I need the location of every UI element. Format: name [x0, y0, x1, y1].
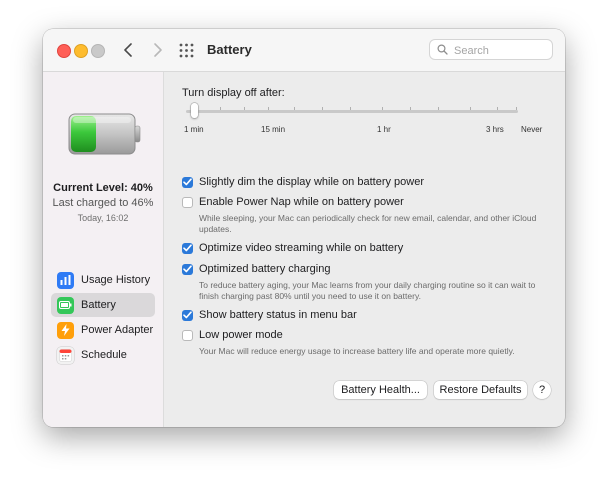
option-optimized-charging[interactable]: Optimized battery charging: [182, 263, 330, 275]
option-label: Enable Power Nap while on battery power: [199, 196, 404, 208]
close-button[interactable]: [57, 44, 71, 58]
search-input[interactable]: [452, 41, 552, 60]
back-chevron-icon[interactable]: [120, 40, 138, 60]
checkbox-checked[interactable]: [182, 176, 193, 188]
slider-tick-label: 1 min: [184, 125, 204, 134]
slider-tick-label: 15 min: [261, 125, 286, 134]
slider-tick: [410, 107, 411, 110]
option-low-power-mode[interactable]: Low power mode: [182, 329, 283, 341]
slider-tick: [322, 107, 323, 110]
slider-tick-label: 3 hrs: [486, 125, 504, 134]
sidebar: Current Level: 40% Last charged to 46% T…: [43, 72, 164, 427]
slider-tick: [244, 107, 245, 110]
display-off-slider-track[interactable]: [186, 110, 518, 113]
checkbox-checked[interactable]: [182, 309, 193, 321]
checkbox-checked[interactable]: [182, 263, 193, 275]
checkmark-icon: [183, 178, 192, 186]
checkmark-icon: [183, 244, 192, 252]
slider-tick-label: Never: [521, 125, 543, 134]
option-label: Low power mode: [199, 329, 283, 341]
slider-tick: [516, 107, 517, 110]
option-label: Show battery status in menu bar: [199, 309, 357, 321]
sidebar-item-label: Battery: [81, 299, 116, 311]
checkbox-checked[interactable]: [182, 242, 193, 254]
display-off-slider-thumb[interactable]: [191, 103, 198, 118]
sidebar-item-label: Power Adapter: [81, 324, 154, 336]
option-show-menu-bar-status[interactable]: Show battery status in menu bar: [182, 309, 357, 321]
battery-icon: [57, 296, 74, 314]
current-level-text: Current Level: 40%: [53, 182, 153, 194]
sidebar-item-battery[interactable]: Battery: [51, 293, 155, 317]
option-label: Slightly dim the display while on batter…: [199, 176, 425, 188]
slider-tick: [220, 107, 221, 110]
option-description: While sleeping, your Mac can periodicall…: [199, 213, 537, 234]
checkbox-unchecked[interactable]: [182, 196, 193, 208]
sidebar-item-schedule[interactable]: Schedule: [51, 343, 155, 367]
calendar-icon: [57, 346, 74, 364]
forward-chevron-icon[interactable]: [148, 40, 166, 60]
preferences-window: Battery Search Current Level: 40% Last c…: [43, 29, 565, 427]
sidebar-item-usage-history[interactable]: Usage History: [51, 268, 155, 292]
option-label: Optimize video streaming while on batter…: [199, 242, 404, 254]
slider-tick: [470, 107, 471, 110]
slider-tick: [438, 107, 439, 110]
bar-chart-icon: [57, 271, 74, 289]
battery-settings-pane: Turn display off after: 1 min 15 min 1 h…: [164, 72, 565, 427]
search-field[interactable]: [429, 39, 553, 60]
slider-tick: [268, 107, 269, 110]
search-icon: [437, 44, 448, 55]
sidebar-item-power-adapter[interactable]: Power Adapter: [51, 318, 155, 342]
sidebar-item-label: Schedule: [81, 349, 127, 361]
battery-level-icon: [68, 113, 141, 155]
battery-health-button[interactable]: Battery Health...: [334, 381, 427, 399]
slider-tick: [294, 107, 295, 110]
bolt-icon: [57, 321, 74, 339]
restore-defaults-button[interactable]: Restore Defaults: [434, 381, 527, 399]
last-charged-text: Last charged to 46%: [52, 197, 154, 209]
sidebar-item-label: Usage History: [81, 274, 151, 286]
option-optimize-video[interactable]: Optimize video streaming while on batter…: [182, 242, 403, 254]
window-title: Battery: [207, 42, 252, 57]
help-button[interactable]: ?: [533, 381, 551, 399]
display-off-label: Turn display off after:: [182, 87, 285, 99]
slider-tick: [350, 107, 351, 110]
checkmark-icon: [183, 265, 192, 273]
option-label: Optimized battery charging: [199, 263, 331, 275]
option-dim-display[interactable]: Slightly dim the display while on batter…: [182, 176, 424, 188]
checkbox-unchecked[interactable]: [182, 329, 193, 341]
option-description: Your Mac will reduce energy usage to inc…: [199, 346, 515, 356]
slider-tick: [382, 107, 383, 110]
zoom-button[interactable]: [91, 44, 105, 58]
minimize-button[interactable]: [74, 44, 88, 58]
checkmark-icon: [183, 311, 192, 319]
option-power-nap[interactable]: Enable Power Nap while on battery power: [182, 196, 404, 208]
show-all-grid-icon[interactable]: [179, 43, 194, 58]
charge-timestamp: Today, 16:02: [77, 213, 129, 223]
slider-tick: [497, 107, 498, 110]
slider-tick-label: 1 hr: [377, 125, 391, 134]
title-bar: Battery: [43, 29, 565, 72]
option-description: To reduce battery aging, your Mac learns…: [199, 280, 536, 301]
